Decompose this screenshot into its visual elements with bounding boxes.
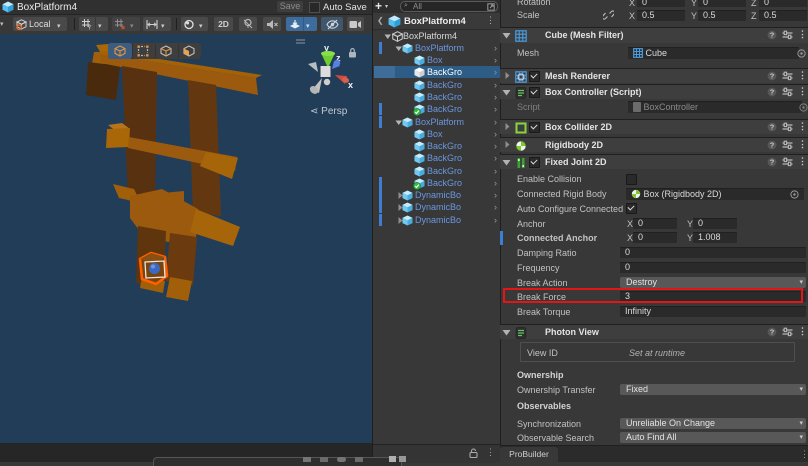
- svg-text:?: ?: [770, 72, 775, 81]
- svg-text:x: x: [348, 80, 353, 90]
- svg-text:?: ?: [770, 123, 775, 132]
- svg-text:?: ?: [770, 88, 775, 97]
- svg-text:Y: Y: [88, 26, 92, 31]
- svg-text:⋖ Persp: ⋖ Persp: [310, 106, 348, 117]
- svg-text:?: ?: [770, 328, 775, 337]
- svg-text:?: ?: [770, 141, 775, 150]
- svg-text:?: ?: [770, 158, 775, 167]
- svg-text:?: ?: [770, 31, 775, 40]
